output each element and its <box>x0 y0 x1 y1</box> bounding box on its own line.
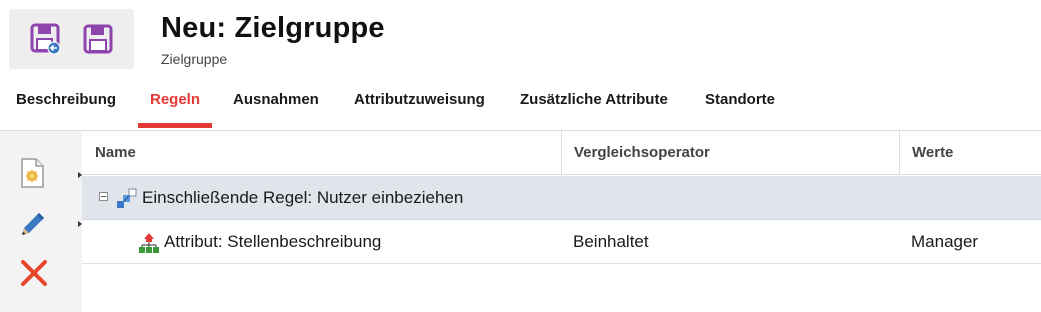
tab-beschreibung[interactable]: Beschreibung <box>16 80 116 128</box>
value-cell: Manager <box>911 232 979 251</box>
collapse-toggle[interactable] <box>99 192 108 201</box>
tab-zusaetzliche-attribute[interactable]: Zusätzliche Attribute <box>520 80 668 128</box>
page-subtitle: Zielgruppe <box>161 51 228 67</box>
grid-header: Name Vergleichsoperator Werte <box>82 131 1041 175</box>
column-header-name[interactable]: Name <box>82 131 561 175</box>
delete-x-icon <box>21 260 47 286</box>
toolbar <box>9 9 134 69</box>
operator-cell: Beinhaltet <box>573 232 649 251</box>
save-icon <box>83 24 113 54</box>
save-and-close-button[interactable] <box>30 22 62 56</box>
active-tab-indicator <box>138 123 212 128</box>
attribute-name-cell: Attribut: Stellenbeschreibung <box>164 232 382 251</box>
tab-attributzuweisung[interactable]: Attributzuweisung <box>354 80 485 128</box>
edit-pencil-icon <box>22 213 44 235</box>
page-title: Neu: Zielgruppe <box>161 12 385 44</box>
save-and-return-icon <box>30 23 61 55</box>
column-header-operator[interactable]: Vergleichsoperator <box>561 131 899 175</box>
new-document-icon <box>21 158 44 188</box>
tab-standorte[interactable]: Standorte <box>705 80 775 128</box>
rule-group-row[interactable]: Einschließende Regel: Nutzer einbeziehen <box>82 176 1041 220</box>
table-row[interactable]: Attribut: Stellenbeschreibung Beinhaltet… <box>82 220 1041 264</box>
new-rule-button[interactable] <box>18 155 82 191</box>
attribute-hierarchy-icon <box>139 233 159 253</box>
rule-group-icon <box>117 188 137 208</box>
edit-rule-button[interactable] <box>18 206 82 242</box>
side-action-panel <box>0 130 82 312</box>
delete-rule-button[interactable] <box>18 255 68 291</box>
rule-group-label: Einschließende Regel: Nutzer einbeziehen <box>142 188 464 207</box>
column-header-values[interactable]: Werte <box>899 131 1041 175</box>
tab-bar: Beschreibung Regeln Ausnahmen Attributzu… <box>0 80 1041 128</box>
tab-ausnahmen[interactable]: Ausnahmen <box>233 80 319 128</box>
save-button[interactable] <box>82 22 114 56</box>
rules-grid: Name Vergleichsoperator Werte Einschließ… <box>82 130 1041 312</box>
tab-regeln[interactable]: Regeln <box>150 80 200 128</box>
